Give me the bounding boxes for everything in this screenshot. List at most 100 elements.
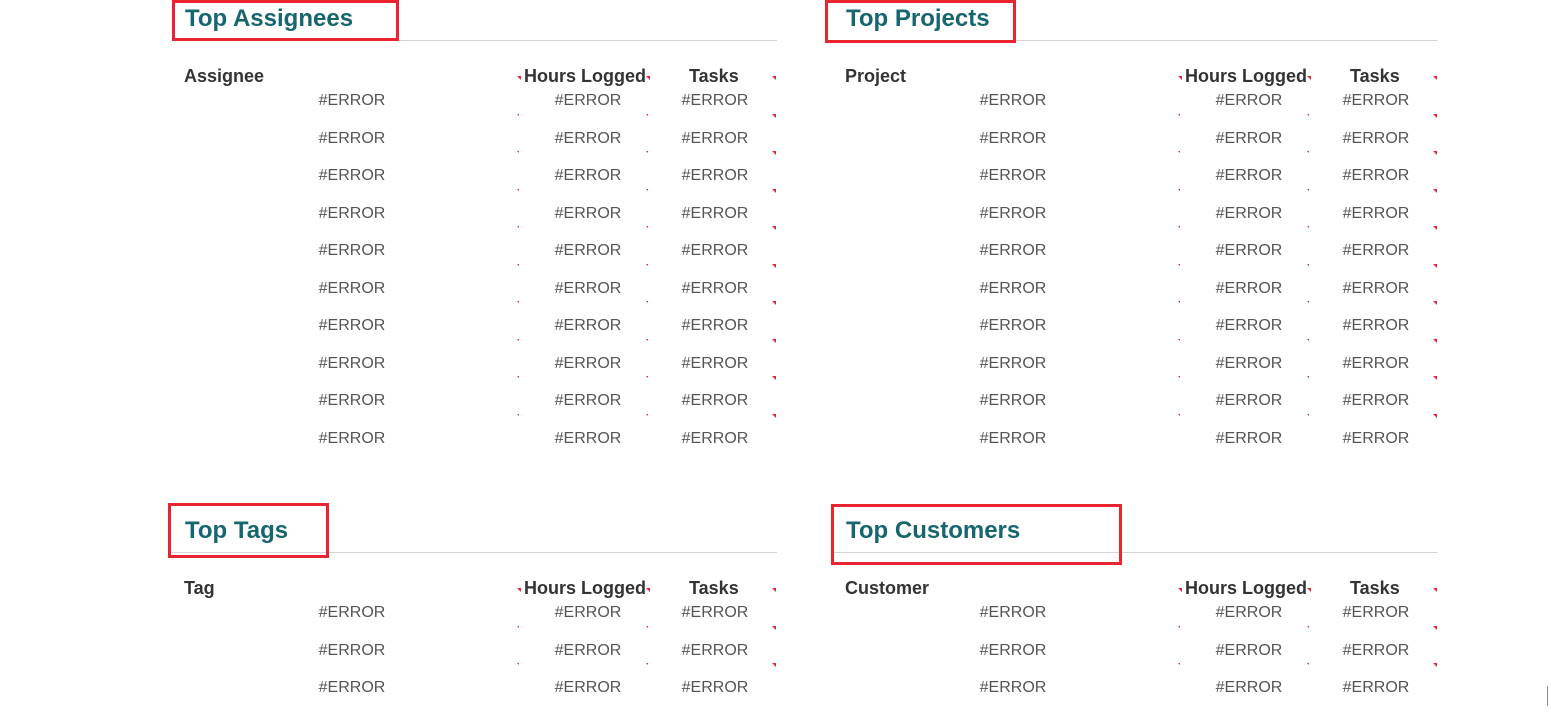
table-row: #ERROR #ERROR #ERROR [172, 413, 777, 466]
cell-tasks[interactable]: #ERROR [1341, 130, 1411, 148]
cell-tasks[interactable]: #ERROR [1341, 430, 1411, 448]
cell-hours[interactable]: #ERROR [553, 430, 623, 448]
cell-tasks[interactable]: #ERROR [680, 392, 750, 410]
cell-tasks[interactable]: #ERROR [680, 355, 750, 373]
cell-name[interactable]: #ERROR [317, 642, 387, 660]
cell-tasks[interactable]: #ERROR [680, 205, 750, 223]
cell-hours[interactable]: #ERROR [553, 167, 623, 185]
cell-tasks[interactable]: #ERROR [1341, 679, 1411, 697]
cell-tasks[interactable]: #ERROR [680, 130, 750, 148]
cell-tasks[interactable]: #ERROR [1341, 92, 1411, 110]
cell-name[interactable]: #ERROR [978, 130, 1048, 148]
cell-hours[interactable]: #ERROR [553, 130, 623, 148]
cell-hours[interactable]: #ERROR [1214, 280, 1284, 298]
cell-hours[interactable]: #ERROR [1214, 430, 1284, 448]
cell-hours[interactable]: #ERROR [1214, 130, 1284, 148]
cell-tasks[interactable]: #ERROR [1341, 242, 1411, 260]
error-marker-icon [772, 113, 776, 118]
cell-hours[interactable]: #ERROR [1214, 355, 1284, 373]
cell-hours[interactable]: #ERROR [1214, 205, 1284, 223]
cell-hours[interactable]: #ERROR [553, 280, 623, 298]
cell-tasks[interactable]: #ERROR [680, 242, 750, 260]
table-row: #ERROR #ERROR #ERROR [172, 188, 777, 241]
cell-hours[interactable]: #ERROR [553, 242, 623, 260]
cell-hours[interactable]: #ERROR [553, 604, 623, 622]
cell-name[interactable]: #ERROR [978, 604, 1048, 622]
cell-name[interactable]: #ERROR [317, 392, 387, 410]
cell-name[interactable]: #ERROR [317, 679, 387, 697]
cell-name[interactable]: #ERROR [978, 355, 1048, 373]
cell-tasks[interactable]: #ERROR [1341, 642, 1411, 660]
cell-name[interactable]: #ERROR [317, 92, 387, 110]
cell-tasks[interactable]: #ERROR [1341, 280, 1411, 298]
cell-hours[interactable]: #ERROR [1214, 679, 1284, 697]
error-marker-icon [1178, 188, 1180, 191]
cell-hours[interactable]: #ERROR [1214, 642, 1284, 660]
cell-name[interactable]: #ERROR [978, 167, 1048, 185]
cell-tasks[interactable]: #ERROR [1341, 317, 1411, 335]
error-marker-icon [517, 76, 521, 80]
error-marker-icon [646, 663, 648, 665]
error-marker-icon [646, 188, 648, 191]
cell-hours[interactable]: #ERROR [553, 317, 623, 335]
cell-hours[interactable]: #ERROR [1214, 604, 1284, 622]
cell-name[interactable]: #ERROR [978, 317, 1048, 335]
cell-hours[interactable]: #ERROR [1214, 392, 1284, 410]
cell-tasks[interactable]: #ERROR [680, 430, 750, 448]
cell-name[interactable]: #ERROR [317, 242, 387, 260]
cell-tasks[interactable]: #ERROR [680, 92, 750, 110]
cell-hours[interactable]: #ERROR [553, 642, 623, 660]
error-marker-icon [517, 188, 519, 191]
table-header: Tag Hours Logged Tasks [172, 553, 777, 602]
cell-tasks[interactable]: #ERROR [680, 642, 750, 660]
cell-hours[interactable]: #ERROR [553, 679, 623, 697]
cell-hours[interactable]: #ERROR [553, 92, 623, 110]
cell-name[interactable]: #ERROR [978, 242, 1048, 260]
section-title: Top Customers [846, 517, 1021, 544]
cell-name[interactable]: #ERROR [317, 355, 387, 373]
cell-tasks[interactable]: #ERROR [680, 167, 750, 185]
cell-hours[interactable]: #ERROR [553, 355, 623, 373]
error-marker-icon [1178, 376, 1180, 378]
cell-tasks[interactable]: #ERROR [680, 604, 750, 622]
cell-name[interactable]: #ERROR [317, 317, 387, 335]
cell-name[interactable]: #ERROR [317, 280, 387, 298]
error-marker-icon [1433, 226, 1437, 230]
cell-hours[interactable]: #ERROR [1214, 242, 1284, 260]
cell-tasks[interactable]: #ERROR [680, 679, 750, 697]
cell-name[interactable]: #ERROR [317, 130, 387, 148]
table-row: #ERROR #ERROR #ERROR [172, 588, 777, 640]
cell-hours[interactable]: #ERROR [1214, 92, 1284, 110]
cell-name[interactable]: #ERROR [978, 92, 1048, 110]
error-marker-icon [772, 588, 776, 592]
cell-tasks[interactable]: #ERROR [1341, 167, 1411, 185]
cell-tasks[interactable]: #ERROR [1341, 205, 1411, 223]
cell-hours[interactable]: #ERROR [553, 392, 623, 410]
cell-tasks[interactable]: #ERROR [1341, 604, 1411, 622]
cell-name[interactable]: #ERROR [978, 205, 1048, 223]
cell-tasks[interactable]: #ERROR [680, 280, 750, 298]
cell-tasks[interactable]: #ERROR [1341, 355, 1411, 373]
error-marker-icon [517, 413, 519, 416]
cell-hours[interactable]: #ERROR [1214, 317, 1284, 335]
table-header: Project Hours Logged Tasks [833, 41, 1438, 90]
cell-name[interactable]: #ERROR [317, 430, 387, 448]
table-row: #ERROR #ERROR #ERROR [833, 301, 1438, 353]
table-row: #ERROR #ERROR #ERROR [172, 338, 777, 391]
cell-name[interactable]: #ERROR [978, 430, 1048, 448]
cell-hours[interactable]: #ERROR [553, 205, 623, 223]
error-marker-icon [1178, 663, 1180, 665]
cell-tasks[interactable]: #ERROR [1341, 392, 1411, 410]
cell-name[interactable]: #ERROR [317, 167, 387, 185]
cell-name[interactable]: #ERROR [317, 604, 387, 622]
cell-tasks[interactable]: #ERROR [680, 317, 750, 335]
cell-name[interactable]: #ERROR [978, 642, 1048, 660]
section-header: Top Customers [833, 512, 1438, 553]
error-marker-icon [1178, 76, 1182, 80]
cell-hours[interactable]: #ERROR [1214, 167, 1284, 185]
cell-name[interactable]: #ERROR [317, 205, 387, 223]
cell-name[interactable]: #ERROR [978, 280, 1048, 298]
cell-name[interactable]: #ERROR [978, 392, 1048, 410]
cell-name[interactable]: #ERROR [978, 679, 1048, 697]
table-row: #ERROR #ERROR #ERROR [172, 226, 777, 278]
